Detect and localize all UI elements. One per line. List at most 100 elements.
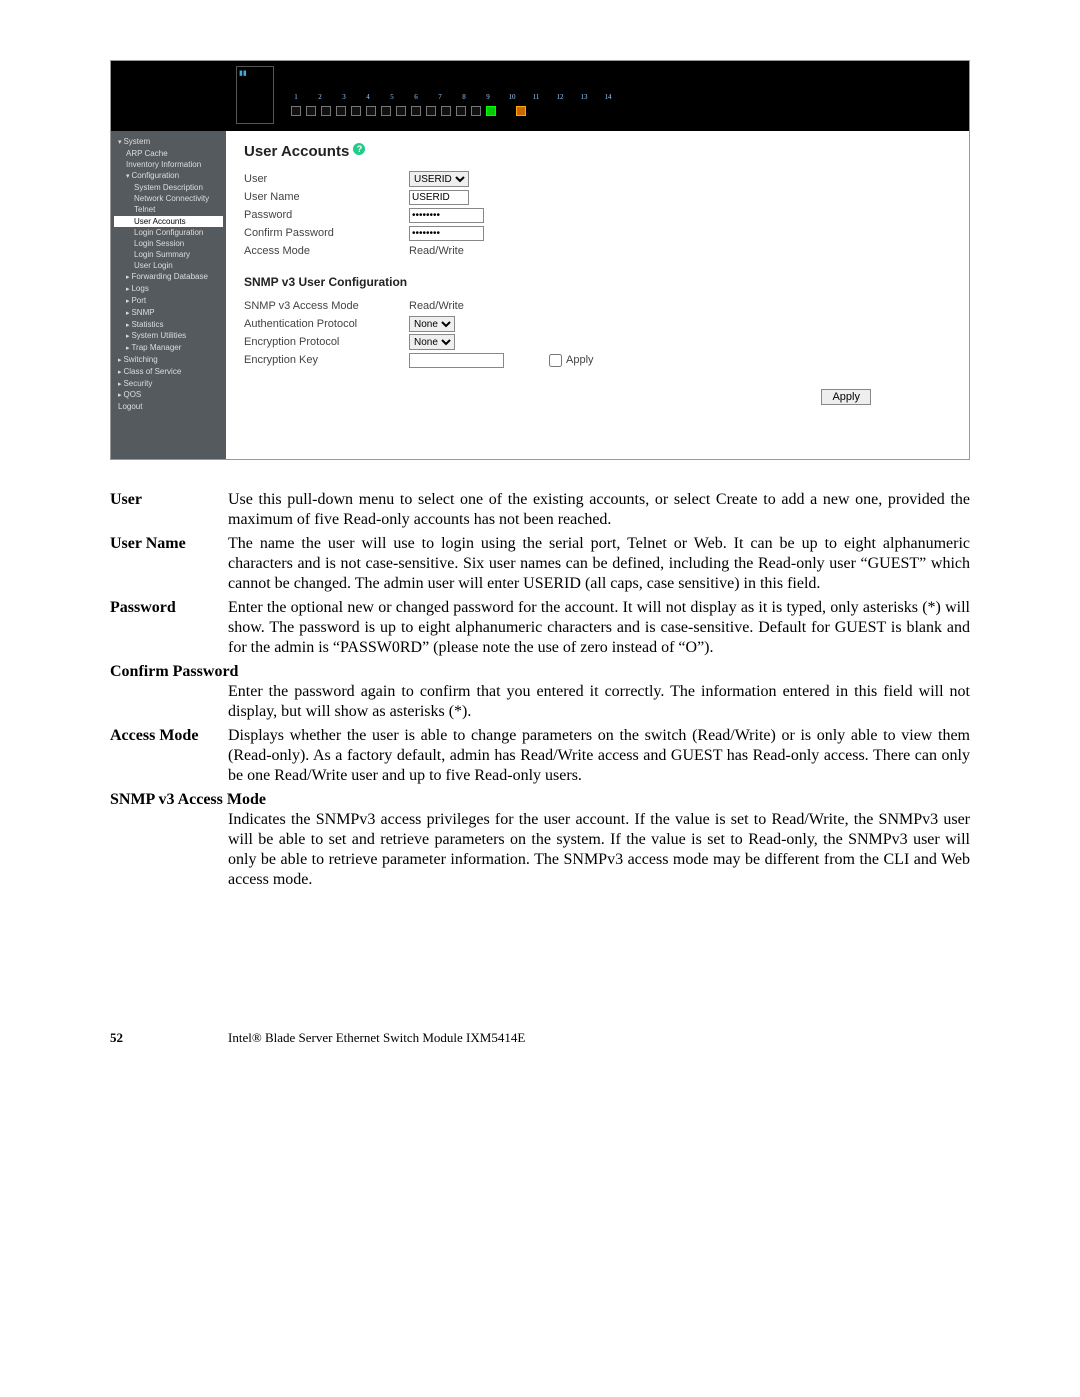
apply-ck-label: Apply <box>566 354 594 366</box>
nav-user-accounts[interactable]: User Accounts <box>114 216 223 227</box>
port-num: 2 <box>315 93 325 101</box>
nav-arp-cache[interactable]: ARP Cache <box>114 148 223 159</box>
snmp-access-value: Read/Write <box>409 300 464 312</box>
nav-logs[interactable]: Logs <box>114 283 223 295</box>
nav-net-conn[interactable]: Network Connectivity <box>114 193 223 204</box>
nav-port[interactable]: Port <box>114 295 223 307</box>
page: ▮▮ 1 2 3 4 5 6 7 8 9 10 11 12 13 14 <box>0 0 1080 1126</box>
enc-proto-select[interactable]: None <box>409 334 455 350</box>
nav-system[interactable]: System <box>114 136 223 148</box>
page-number: 52 <box>110 1030 228 1046</box>
port-box <box>426 106 436 116</box>
help-icon[interactable]: ? <box>353 143 365 155</box>
nav-statistics[interactable]: Statistics <box>114 319 223 331</box>
access-mode-label: Access Mode <box>244 245 409 257</box>
snmp-heading: SNMP v3 User Configuration <box>244 275 951 289</box>
apply-button[interactable]: Apply <box>821 389 871 405</box>
username-input[interactable] <box>409 190 469 205</box>
port-box <box>456 106 466 116</box>
port-num: 7 <box>435 93 445 101</box>
auth-proto-label: Authentication Protocol <box>244 318 409 330</box>
nav-qos[interactable]: QOS <box>114 389 223 401</box>
apply-checkbox-group[interactable]: Apply <box>549 354 594 367</box>
port-box <box>441 106 451 116</box>
top-right-fill <box>829 61 969 131</box>
confirm-pw-input[interactable] <box>409 226 484 241</box>
port-box-status <box>516 106 526 116</box>
main-panel: User Accounts ? User USERID User Name Pa… <box>226 131 969 459</box>
switch-ui-screenshot: ▮▮ 1 2 3 4 5 6 7 8 9 10 11 12 13 14 <box>110 60 970 460</box>
port-num: 1 <box>291 93 301 101</box>
password-label: Password <box>244 209 409 221</box>
enc-key-input[interactable] <box>409 353 504 368</box>
desc-snmp-access: Indicates the SNMPv3 access privileges f… <box>228 810 970 890</box>
port-box <box>351 106 361 116</box>
device-frame: ▮▮ <box>236 66 274 124</box>
term-snmp-access: SNMP v3 Access Mode <box>110 790 970 810</box>
term-user: User <box>110 490 228 530</box>
confirm-pw-label: Confirm Password <box>244 227 409 239</box>
term-password: Password <box>110 598 228 658</box>
port-box <box>366 106 376 116</box>
term-username: User Name <box>110 534 228 594</box>
user-select[interactable]: USERID <box>409 171 469 187</box>
port-num: 11 <box>531 93 541 101</box>
nav-sys-desc[interactable]: System Description <box>114 182 223 193</box>
desc-password: Enter the optional new or changed passwo… <box>228 598 970 658</box>
access-mode-value: Read/Write <box>409 245 464 257</box>
port-num: 4 <box>363 93 373 101</box>
nav-sys-util[interactable]: System Utilities <box>114 330 223 342</box>
nav-configuration[interactable]: Configuration <box>114 170 223 182</box>
port-num: 5 <box>387 93 397 101</box>
username-label: User Name <box>244 191 409 203</box>
nav-fwd-db[interactable]: Forwarding Database <box>114 271 223 283</box>
port-num: 14 <box>603 93 613 101</box>
term-confirm-pw: Confirm Password <box>110 662 970 682</box>
nav-switching[interactable]: Switching <box>114 354 223 366</box>
nav-login-summary[interactable]: Login Summary <box>114 249 223 260</box>
port-num: 3 <box>339 93 349 101</box>
desc-access-mode: Displays whether the user is able to cha… <box>228 726 970 786</box>
auth-proto-select[interactable]: None <box>409 316 455 332</box>
port-box <box>321 106 331 116</box>
port-num: 6 <box>411 93 421 101</box>
enc-key-label: Encryption Key <box>244 354 409 366</box>
enc-proto-label: Encryption Protocol <box>244 336 409 348</box>
term-access-mode: Access Mode <box>110 726 228 786</box>
port-box <box>336 106 346 116</box>
nav-security[interactable]: Security <box>114 378 223 390</box>
port-num: 9 <box>483 93 493 101</box>
nav-trap-mgr[interactable]: Trap Manager <box>114 342 223 354</box>
user-label: User <box>244 173 409 185</box>
nav-cos[interactable]: Class of Service <box>114 366 223 378</box>
heading-text: User Accounts <box>244 143 349 160</box>
desc-username: The name the user will use to login usin… <box>228 534 970 594</box>
desc-confirm-pw: Enter the password again to confirm that… <box>228 682 970 722</box>
port-box <box>471 106 481 116</box>
port-box <box>396 106 406 116</box>
nav-snmp[interactable]: SNMP <box>114 307 223 319</box>
snmp-access-label: SNMP v3 Access Mode <box>244 300 409 312</box>
port-num: 10 <box>507 93 517 101</box>
port-num: 13 <box>579 93 589 101</box>
nav-inventory[interactable]: Inventory Information <box>114 159 223 170</box>
port-box <box>381 106 391 116</box>
port-box-active <box>486 106 496 116</box>
port-box <box>291 106 301 116</box>
page-footer: 52 Intel® Blade Server Ethernet Switch M… <box>110 1030 970 1046</box>
nav-login-session[interactable]: Login Session <box>114 238 223 249</box>
nav-user-login[interactable]: User Login <box>114 260 223 271</box>
port-number-row: 1 2 3 4 5 6 7 8 9 10 11 12 13 14 <box>291 93 613 101</box>
apply-checkbox[interactable] <box>549 354 562 367</box>
port-num: 12 <box>555 93 565 101</box>
nav-login-config[interactable]: Login Configuration <box>114 227 223 238</box>
port-box <box>411 106 421 116</box>
switch-top-bar: ▮▮ 1 2 3 4 5 6 7 8 9 10 11 12 13 14 <box>111 61 969 131</box>
password-input[interactable] <box>409 208 484 223</box>
port-box <box>306 106 316 116</box>
device-icon: ▮▮ <box>239 69 271 77</box>
footer-title: Intel® Blade Server Ethernet Switch Modu… <box>228 1030 970 1046</box>
nav-telnet[interactable]: Telnet <box>114 204 223 215</box>
definitions-section: User Use this pull-down menu to select o… <box>110 490 970 890</box>
nav-logout[interactable]: Logout <box>114 401 223 412</box>
